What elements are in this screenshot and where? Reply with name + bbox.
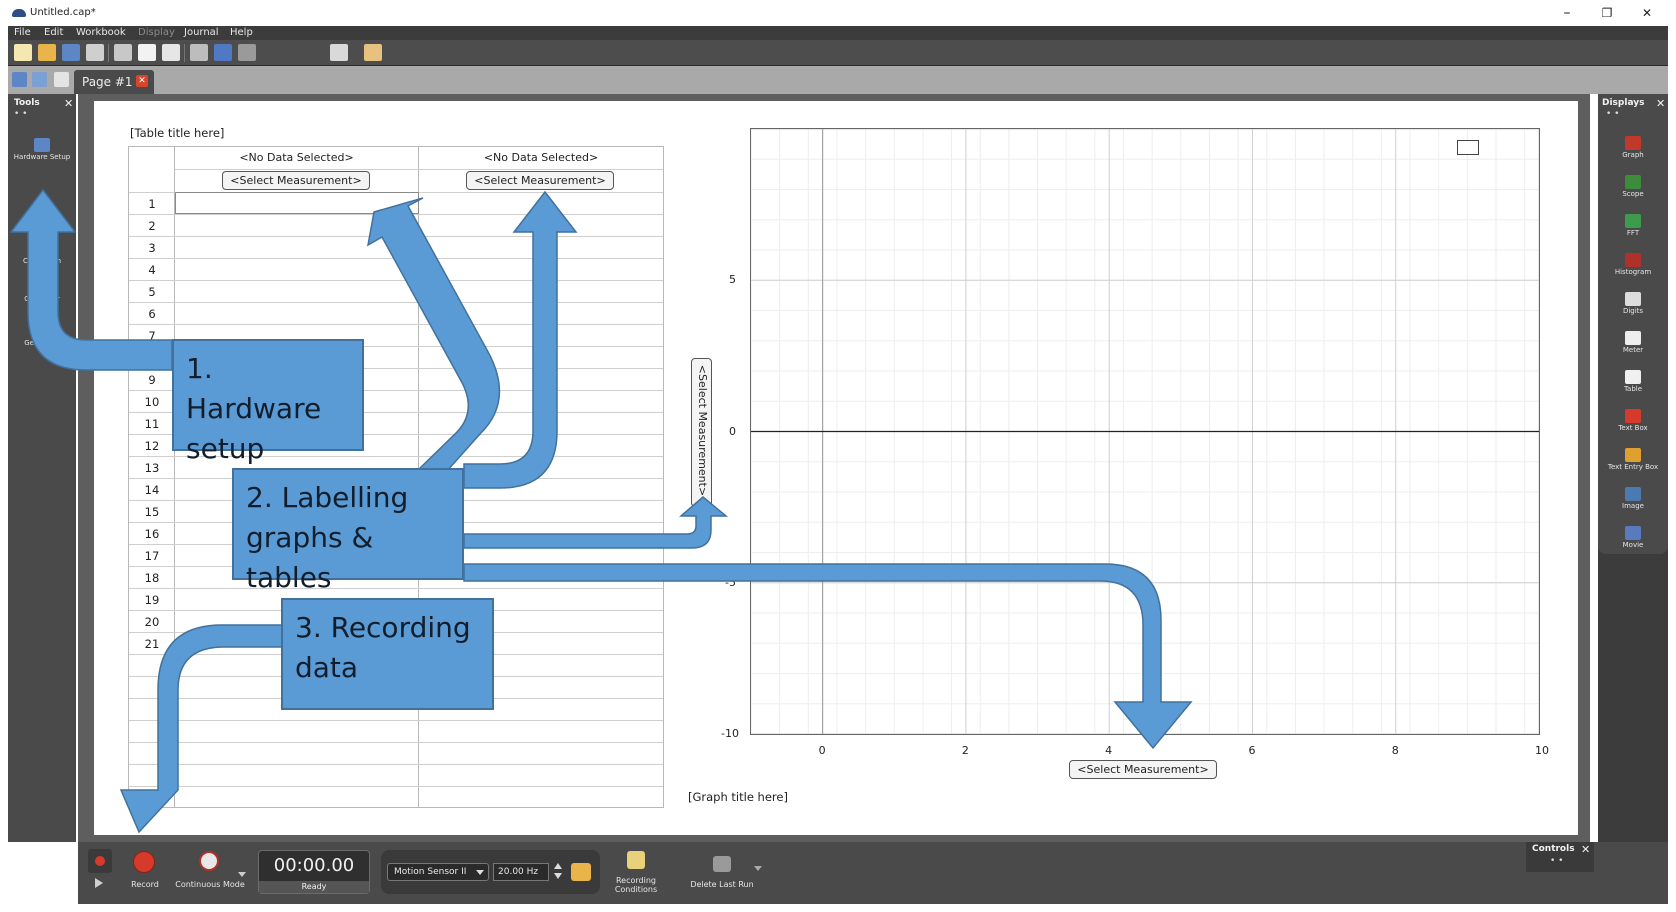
callout-hardware-setup: 1. Hardware setup xyxy=(172,339,364,465)
callout-recording-data: 3. Recording data xyxy=(281,598,494,710)
callout-labelling: 2. Labelling graphs & tables xyxy=(232,468,464,594)
arrow-to-x-axis-measurement xyxy=(463,563,1193,750)
arrow-to-record-button xyxy=(119,624,286,834)
arrow-to-y-axis-measurement xyxy=(463,496,729,549)
arrow-to-column-1-measurement xyxy=(366,197,501,473)
arrow-to-hardware-setup xyxy=(9,188,173,371)
